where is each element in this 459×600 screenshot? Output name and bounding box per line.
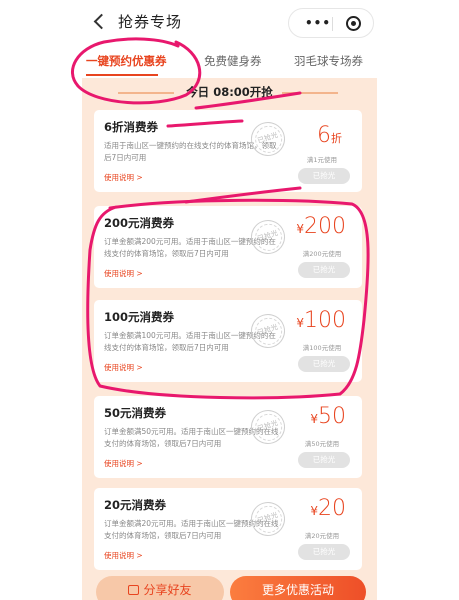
coupon-threshold: 满100元使用: [302, 344, 342, 352]
usage-rules-link[interactable]: 使用说明 >: [104, 172, 143, 183]
coupon-value: ¥200: [296, 214, 346, 239]
currency-symbol: ¥: [310, 412, 318, 426]
tab-free-fitness-coupons[interactable]: 免费健身券: [204, 53, 262, 69]
coupon-threshold: 满200元使用: [302, 250, 342, 258]
coupon-value-number: 6: [317, 123, 331, 148]
sold-out-button[interactable]: 已抢光: [298, 168, 350, 184]
start-time-banner: 今日 08:00开抢: [186, 85, 273, 99]
coupon-value-number: 20: [318, 496, 346, 521]
sold-out-button[interactable]: 已抢光: [298, 452, 350, 468]
usage-rules-link[interactable]: 使用说明 >: [104, 268, 143, 279]
usage-rules-link[interactable]: 使用说明 >: [104, 458, 143, 469]
coupon-card: 20元消费券 订单金额满20元可用。适用于南山区一键预约的在线支付的体育场馆，领…: [94, 488, 362, 570]
phone-screen: 抢券专场 ••• 一键预约优惠券 免费健身券 羽毛球专场券 今日 08:00开抢…: [78, 0, 381, 600]
more-dots-icon[interactable]: •••: [305, 16, 331, 30]
tab-reservation-coupons[interactable]: 一键预约优惠券: [86, 53, 167, 69]
coupon-value: ¥50: [310, 404, 346, 429]
coupon-value: 6折: [317, 123, 342, 148]
coupon-threshold: 满1元使用: [306, 156, 338, 164]
currency-symbol: ¥: [296, 316, 304, 330]
top-bar: 抢券专场 •••: [78, 0, 381, 44]
sold-out-button[interactable]: 已抢光: [298, 262, 350, 278]
coupon-name: 20元消费券: [104, 498, 167, 512]
currency-symbol: ¥: [310, 504, 318, 518]
share-icon: [128, 585, 140, 595]
coupon-threshold: 满50元使用: [304, 440, 340, 448]
coupon-name: 6折消费券: [104, 120, 159, 134]
coupon-card: 50元消费券 订单金额满50元可用。适用于南山区一键预约的在线支付的体育场馆，领…: [94, 396, 362, 478]
coupon-card: 6折消费券 适用于南山区一键预约的在线支付的体育场馆，领取后7日内可用 使用说明…: [94, 110, 362, 192]
coupon-card: 100元消费券 订单金额满100元可用。适用于南山区一键预约的在线支付的体育场馆…: [94, 300, 362, 382]
more-offers-button[interactable]: 更多优惠活动: [230, 576, 366, 600]
page-title: 抢券专场: [118, 13, 183, 31]
chevron-left-icon[interactable]: [92, 12, 106, 30]
share-button-label: 分享好友: [143, 583, 192, 597]
coupon-list: 今日 08:00开抢 6折消费券 适用于南山区一键预约的在线支付的体育场馆，领取…: [82, 78, 377, 600]
sold-out-button[interactable]: 已抢光: [298, 544, 350, 560]
mini-program-capsule: •••: [288, 8, 374, 38]
coupon-name: 50元消费券: [104, 406, 167, 420]
coupon-value: ¥20: [310, 496, 346, 521]
tab-badminton-coupons[interactable]: 羽毛球专场券: [294, 53, 363, 69]
coupon-value-number: 200: [304, 214, 346, 239]
coupon-name: 100元消费券: [104, 310, 175, 324]
capsule-divider: [332, 17, 333, 31]
coupon-card: 200元消费券 订单金额满200元可用。适用于南山区一键预约的在线支付的体育场馆…: [94, 206, 362, 288]
coupon-value-number: 50: [318, 404, 346, 429]
active-tab-indicator: [86, 74, 158, 76]
usage-rules-link[interactable]: 使用说明 >: [104, 362, 143, 373]
coupon-name: 200元消费券: [104, 216, 175, 230]
share-friends-button[interactable]: 分享好友: [96, 576, 224, 600]
coupon-value-suffix: 折: [331, 132, 342, 145]
sold-out-button[interactable]: 已抢光: [298, 356, 350, 372]
coupon-threshold: 满20元使用: [304, 532, 340, 540]
coupon-tabs: 一键预约优惠券 免费健身券 羽毛球专场券: [78, 44, 381, 78]
usage-rules-link[interactable]: 使用说明 >: [104, 550, 143, 561]
coupon-value: ¥100: [296, 308, 346, 333]
target-circle-icon[interactable]: [346, 16, 361, 31]
currency-symbol: ¥: [296, 222, 304, 236]
coupon-value-number: 100: [304, 308, 346, 333]
